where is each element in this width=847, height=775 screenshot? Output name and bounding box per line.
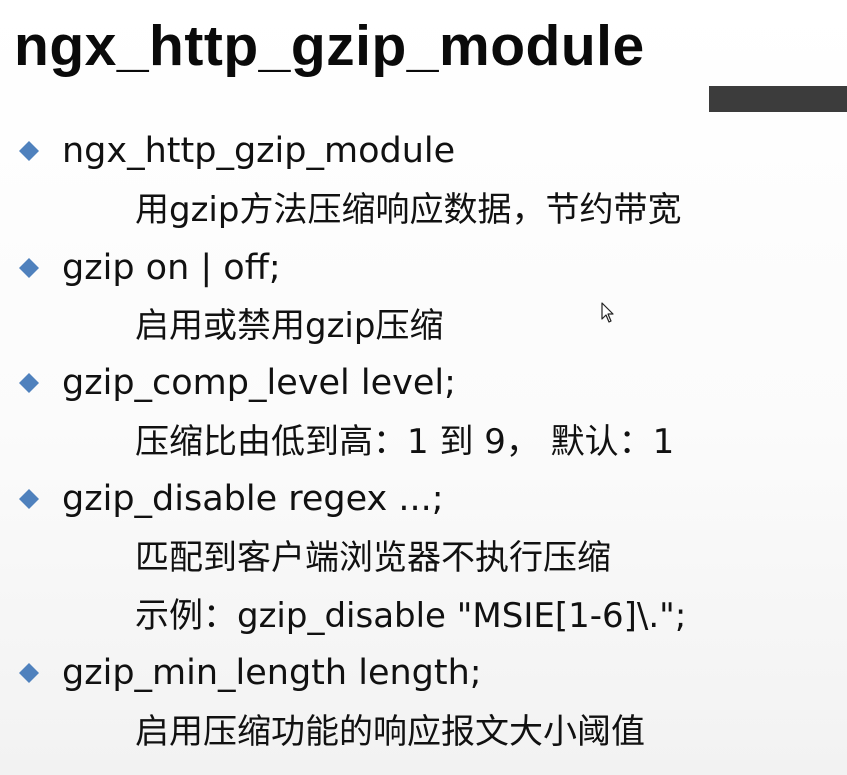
directive-example: 示例：gzip_disable "MSIE[1-6]\."; bbox=[135, 596, 687, 636]
slide-title: ngx_http_gzip_module bbox=[14, 14, 645, 78]
directive-text: gzip_min_length length; bbox=[62, 653, 482, 693]
directive-description: 压缩比由低到高：1 到 9， 默认：1 bbox=[135, 422, 675, 462]
diamond-bullet-icon bbox=[19, 373, 39, 393]
diamond-bullet-icon bbox=[19, 489, 39, 509]
diamond-bullet-icon bbox=[19, 258, 39, 278]
mouse-cursor-icon bbox=[601, 302, 614, 323]
bullet-item: ngx_http_gzip_module bbox=[19, 125, 455, 177]
title-accent-bar bbox=[709, 86, 847, 112]
directive-description: 用gzip方法压缩响应数据，节约带宽 bbox=[135, 190, 682, 230]
slide: ngx_http_gzip_module ngx_http_gzip_modul… bbox=[0, 0, 847, 775]
diamond-bullet-icon bbox=[19, 663, 39, 683]
directive-description: 匹配到客户端浏览器不执行压缩 bbox=[135, 538, 611, 578]
bullet-item: gzip on | off; bbox=[19, 242, 281, 294]
directive-text: ngx_http_gzip_module bbox=[62, 131, 456, 171]
directive-description: 启用或禁用gzip压缩 bbox=[135, 306, 444, 346]
directive-text: gzip on | off; bbox=[62, 248, 281, 288]
bullet-item: gzip_min_length length; bbox=[19, 647, 482, 699]
directive-text: gzip_comp_level level; bbox=[62, 363, 456, 403]
bullet-item: gzip_comp_level level; bbox=[19, 357, 456, 409]
diamond-bullet-icon bbox=[19, 141, 39, 161]
directive-text: gzip_disable regex ...; bbox=[62, 479, 444, 519]
directive-description: 启用压缩功能的响应报文大小阈值 bbox=[135, 712, 645, 752]
bullet-item: gzip_disable regex ...; bbox=[19, 473, 444, 525]
